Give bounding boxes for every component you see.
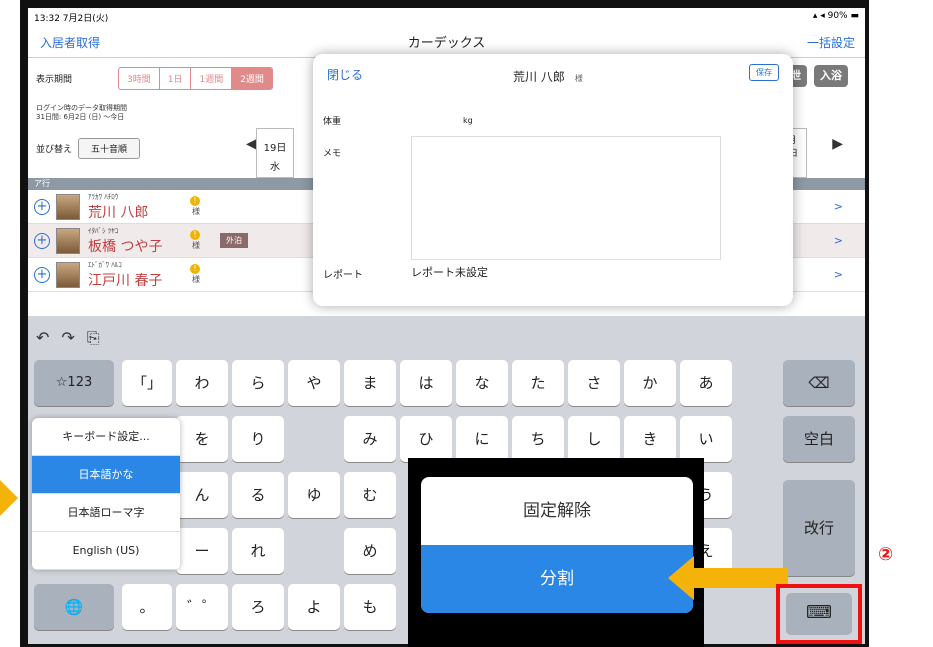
navigation-bar: 入居者取得 カーデックス 一括設定 [28,24,865,58]
key[interactable]: よ [288,584,340,630]
key[interactable]: か [624,360,676,406]
report-label: レポート [323,270,363,281]
space-key[interactable]: 空白 [783,416,855,462]
key[interactable]: ー [176,528,228,574]
menu-item-japanese-romaji[interactable]: 日本語ローマ字 [32,494,180,532]
battery-indicator: ▴ ◂ 90% ▬ [812,11,859,21]
sort-button[interactable]: 五十音順 [78,138,141,159]
return-key[interactable]: 改行 [783,480,855,576]
period-segment: 3時間 1日 1週間 2週間 [118,66,273,90]
chevron-right-icon[interactable]: > [834,200,843,213]
warning-icon: ! [190,230,200,240]
key[interactable]: ち [512,416,564,462]
key[interactable]: れ [232,528,284,574]
resident-name: 荒川 八郎 [88,204,149,221]
kardex-popover: 閉じる 荒川 八郎様 保存 体重 kg メモ レポート レポート未設定 [313,54,793,306]
warning-icon: ! [190,264,200,274]
key[interactable]: わ [176,360,228,406]
key[interactable]: ひ [400,416,452,462]
menu-item-undock[interactable]: 固定解除 [421,477,693,545]
popover-resident-name: 荒川 八郎様 [513,70,583,84]
plus-icon[interactable]: + [34,198,50,215]
warning-icon: ! [190,196,200,206]
resident-name: 板橋 つや子 [88,238,163,255]
key[interactable]: は [400,360,452,406]
key[interactable]: い [680,416,732,462]
period-2w[interactable]: 2週間 [232,67,272,89]
zoom-callout: 固定解除 分割 [408,458,704,647]
bulk-settings-button[interactable]: 一括設定 [807,34,855,51]
weight-label: 体重 [323,117,342,127]
avatar [56,193,80,220]
step-number: ② [878,544,894,565]
key[interactable]: ん [176,472,228,518]
key[interactable]: 。 [122,584,172,630]
key[interactable]: や [288,360,340,406]
highlight-box: ⌨ [776,584,862,644]
date-column: 19日水 [256,128,294,178]
overnight-badge: 外泊 [220,233,248,248]
plus-icon[interactable]: + [34,266,50,283]
chevron-right-icon[interactable]: > [834,268,843,281]
data-period-info: ログイン時のデータ取得期間 31日間: 6月2日 (日) ～今日 [36,104,127,121]
page-title: カーデックス [407,36,486,51]
key[interactable]: ゆ [288,472,340,518]
period-label: 表示期間 [36,74,73,85]
report-value[interactable]: レポート未設定 [411,264,488,280]
globe-key[interactable]: 🌐 [34,584,114,630]
menu-item-japanese-kana[interactable]: 日本語かな [32,456,180,494]
tab-bath[interactable]: 入浴 [814,65,848,87]
key[interactable]: あ [680,360,732,406]
plus-icon[interactable]: + [34,232,50,249]
key[interactable]: も [344,584,396,630]
key[interactable]: な [456,360,508,406]
key[interactable]: ら [232,360,284,406]
key[interactable]: む [344,472,396,518]
avatar [56,261,80,288]
key[interactable]: ま [344,360,396,406]
keyboard-icon[interactable]: ⌨ [786,593,852,635]
undo-redo-toolbar[interactable]: ↶↷⎘ [36,328,112,348]
chevron-right-icon[interactable]: > [834,234,843,247]
close-button[interactable]: 閉じる [327,66,363,83]
key[interactable]: さ [568,360,620,406]
delete-key[interactable]: ⌫ [783,360,855,406]
key[interactable]: り [232,416,284,462]
menu-item-keyboard-settings[interactable]: キーボード設定... [32,418,180,456]
sort-label: 並び替え [36,145,73,155]
key[interactable]: た [512,360,564,406]
key[interactable]: み [344,416,396,462]
status-time: 13:32 7月2日(火) [34,14,109,24]
yellow-arrow-icon [668,556,788,600]
key[interactable]: を [176,416,228,462]
key[interactable]: し [568,416,620,462]
memo-label: メモ [323,149,342,159]
key[interactable]: め [344,528,396,574]
weight-unit: kg [463,116,473,125]
key-numbers[interactable]: ☆123 [34,360,114,406]
keyboard-mode-menu: 固定解除 分割 [421,477,693,613]
sort-control: 並び替え 五十音順 [36,138,141,159]
period-3h[interactable]: 3時間 [119,67,160,89]
menu-item-english[interactable]: English (US) [32,532,180,570]
key[interactable]: 「」 [122,360,172,406]
avatar [56,227,80,254]
resident-name: 江戸川 春子 [88,272,163,289]
key[interactable]: ろ [232,584,284,630]
key[interactable]: る [232,472,284,518]
period-1d[interactable]: 1日 [160,67,192,89]
save-button[interactable]: 保存 [749,64,779,81]
status-bar: 13:32 7月2日(火) ▴ ◂ 90% ▬ [28,8,865,24]
keyboard-language-menu: キーボード設定... 日本語かな 日本語ローマ字 English (US) [32,418,180,570]
key[interactable]: き [624,416,676,462]
memo-field[interactable] [411,136,721,260]
key[interactable]: ゛゜ [176,584,228,630]
menu-item-split[interactable]: 分割 [421,545,693,613]
period-1w[interactable]: 1週間 [191,67,233,89]
next-arrow-icon[interactable]: ▶ [832,136,843,152]
key[interactable]: に [456,416,508,462]
yellow-arrow-icon [0,480,18,516]
